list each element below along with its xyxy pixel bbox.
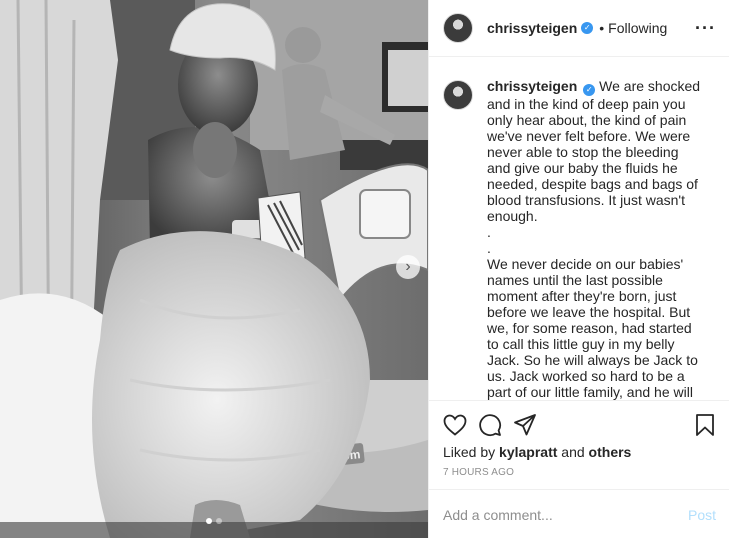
like-button[interactable] [442,412,468,438]
following-button[interactable]: Following [608,20,667,36]
next-photo-button[interactable]: › [396,255,420,279]
post-photo[interactable]: Hill-Rom › [0,0,428,538]
post-author-username[interactable]: chrissyteigen [487,20,577,36]
carousel-indicator [0,518,428,524]
chevron-right-icon: › [405,258,411,275]
caption-body: We are shocked and in the kind of deep p… [487,78,701,400]
verified-badge-icon: ✓ [583,84,596,96]
liked-by-others[interactable]: others [589,444,632,460]
separator-dot: • [599,20,605,36]
comment-button[interactable] [477,412,503,438]
bookmark-icon [696,414,714,436]
photo-image: Hill-Rom [0,0,428,538]
carousel-dot [216,518,222,524]
post-comment-button[interactable]: Post [688,507,716,523]
share-icon [514,414,536,436]
verified-badge-icon: ✓ [581,22,594,34]
caption-area: chrissyteigen ✓ We are shocked and in the… [429,58,729,400]
post-header: chrissyteigen ✓ • Following ··· [429,0,729,57]
comment-input[interactable] [443,506,688,523]
caption: chrissyteigen ✓ We are shocked and in the… [487,78,703,400]
liked-by-text: Liked by kylapratt and others [443,444,631,460]
comment-icon [479,414,502,437]
post-actions: Liked by kylapratt and others 7 HOURS AG… [429,400,729,538]
more-options-icon[interactable]: ··· [695,18,716,39]
save-button[interactable] [692,412,718,438]
liked-by-prefix: Liked by [443,444,496,460]
avatar[interactable] [443,13,473,43]
action-icon-row [442,412,718,438]
post-side-panel: chrissyteigen ✓ • Following ··· chrissyt… [428,0,729,538]
comment-box: Post [429,489,729,538]
caption-username[interactable]: chrissyteigen [487,78,577,94]
share-button[interactable] [512,412,538,438]
heart-icon [443,414,467,436]
post-timestamp[interactable]: 7 HOURS AGO [443,467,514,478]
carousel-dot-active [206,518,212,524]
liked-by-conj: and [561,444,585,460]
liked-by-user[interactable]: kylapratt [499,444,557,460]
caption-avatar[interactable] [443,80,473,110]
